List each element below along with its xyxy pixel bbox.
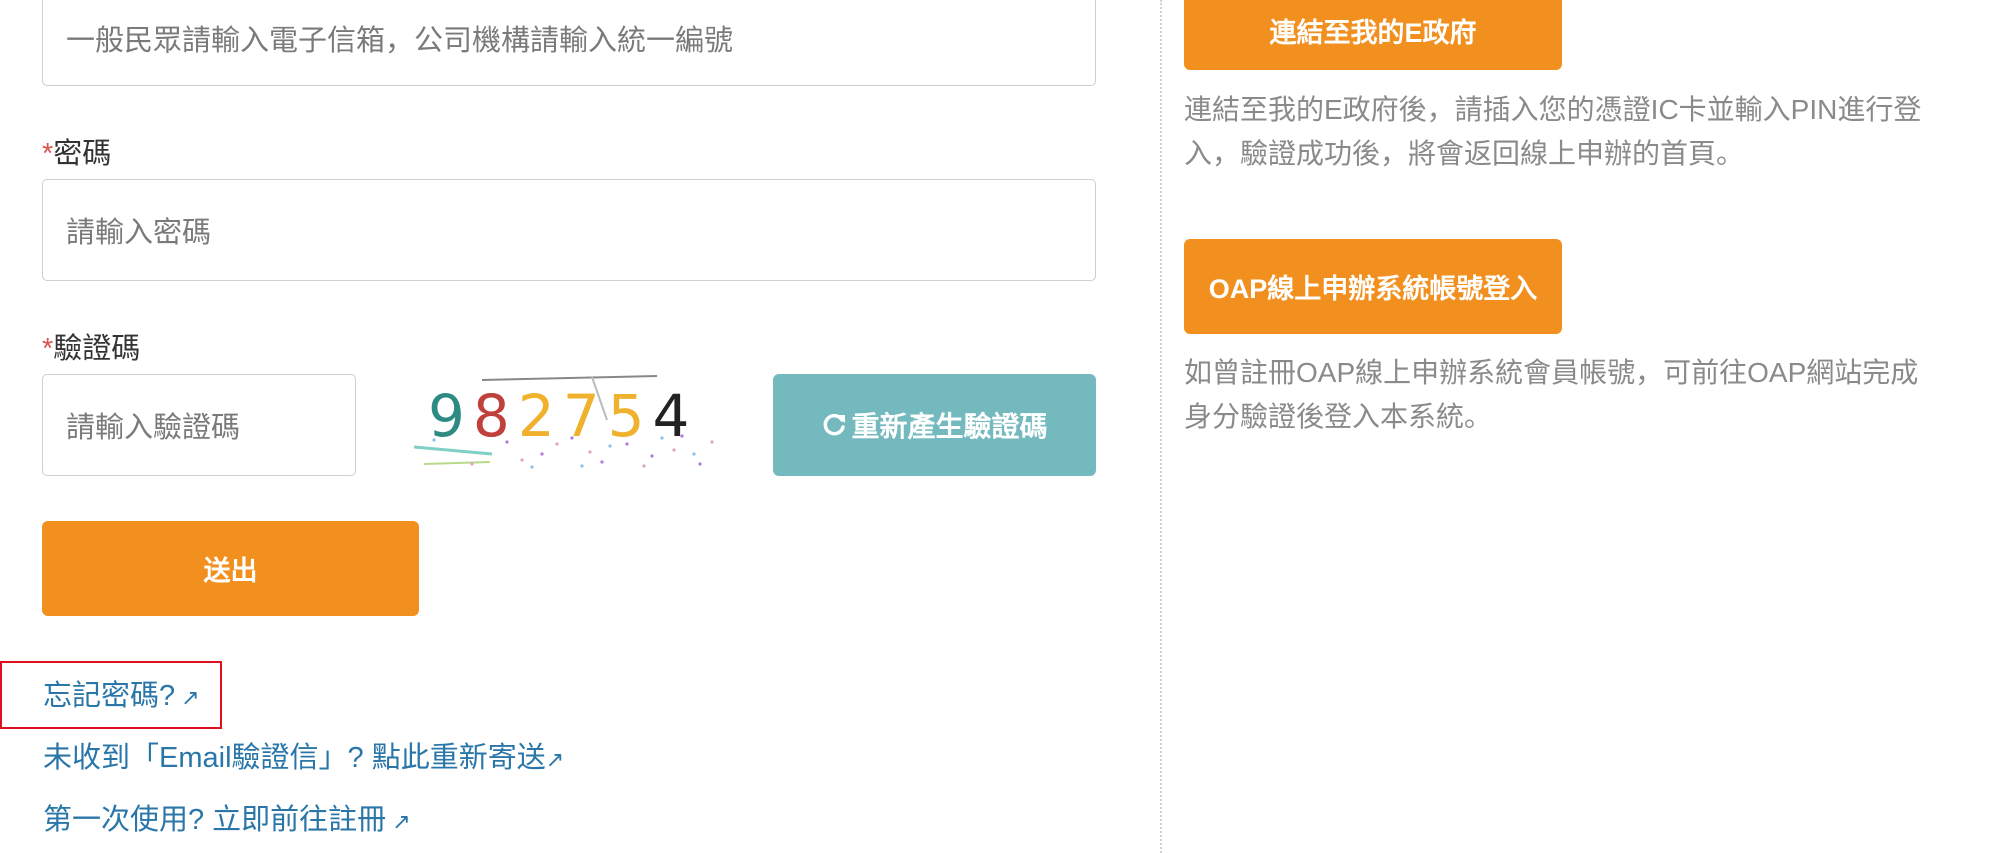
password-placeholder: 請輸入密碼 bbox=[66, 217, 212, 249]
refresh-captcha-button[interactable]: 重新產生驗證碼 bbox=[773, 374, 1096, 476]
account-input[interactable]: 一般民眾請輸入電子信箱，公司機構請輸入統一編號 bbox=[42, 0, 1096, 86]
captcha-digit: 9 bbox=[428, 382, 465, 450]
egov-description: 連結至我的E政府後，請插入您的憑證IC卡並輸入PIN進行登入，驗證成功後，將會返… bbox=[1184, 94, 1922, 169]
external-link-icon: ↗ bbox=[545, 747, 565, 772]
resend-verification-text: 未收到「Email驗證信」? 點此重新寄送 bbox=[43, 742, 546, 774]
captcha-input[interactable]: 請輸入驗證碼 bbox=[42, 374, 356, 476]
highlight-box bbox=[0, 661, 222, 729]
submit-label: 送出 bbox=[203, 556, 258, 586]
register-text: 第一次使用? 立即前往註冊 bbox=[43, 804, 387, 836]
password-label: *密碼 bbox=[42, 130, 111, 172]
password-input[interactable]: 請輸入密碼 bbox=[42, 179, 1096, 281]
captcha-label: *驗證碼 bbox=[42, 325, 140, 367]
captcha-digits: 9 8 2 7 5 4 bbox=[428, 376, 689, 456]
egov-login-label: 連結至我的E政府 bbox=[1269, 17, 1477, 48]
captcha-label-text: 驗證碼 bbox=[53, 333, 141, 365]
egov-login-button[interactable]: 連結至我的E政府 bbox=[1184, 0, 1562, 70]
oap-description: 如曾註冊OAP線上申辦系統會員帳號，可前往OAP網站完成身分驗證後登入本系統。 bbox=[1184, 357, 1919, 432]
captcha-digit: 7 bbox=[562, 382, 600, 450]
captcha-placeholder: 請輸入驗證碼 bbox=[66, 412, 241, 444]
captcha-digit: 5 bbox=[607, 382, 645, 450]
register-link[interactable]: 第一次使用? 立即前往註冊 ↗ bbox=[43, 796, 411, 838]
external-link-icon: ↗ bbox=[392, 809, 411, 834]
required-mark: * bbox=[42, 138, 54, 170]
account-placeholder: 一般民眾請輸入電子信箱，公司機構請輸入統一編號 bbox=[66, 25, 734, 57]
captcha-digit: 4 bbox=[652, 382, 690, 450]
captcha-image: 9 8 2 7 5 4 bbox=[412, 372, 724, 476]
submit-button[interactable]: 送出 bbox=[42, 521, 419, 616]
oap-login-button[interactable]: OAP線上申辦系統帳號登入 bbox=[1184, 239, 1562, 334]
password-label-text: 密碼 bbox=[53, 138, 112, 170]
resend-verification-link[interactable]: 未收到「Email驗證信」? 點此重新寄送↗ bbox=[43, 734, 564, 776]
refresh-icon bbox=[824, 413, 846, 436]
captcha-digit: 8 bbox=[472, 382, 510, 450]
column-divider bbox=[1160, 0, 1162, 853]
required-mark: * bbox=[42, 333, 54, 365]
refresh-captcha-label: 重新產生驗證碼 bbox=[851, 411, 1048, 442]
oap-login-label: OAP線上申辦系統帳號登入 bbox=[1208, 274, 1538, 304]
captcha-digit: 2 bbox=[517, 382, 555, 450]
